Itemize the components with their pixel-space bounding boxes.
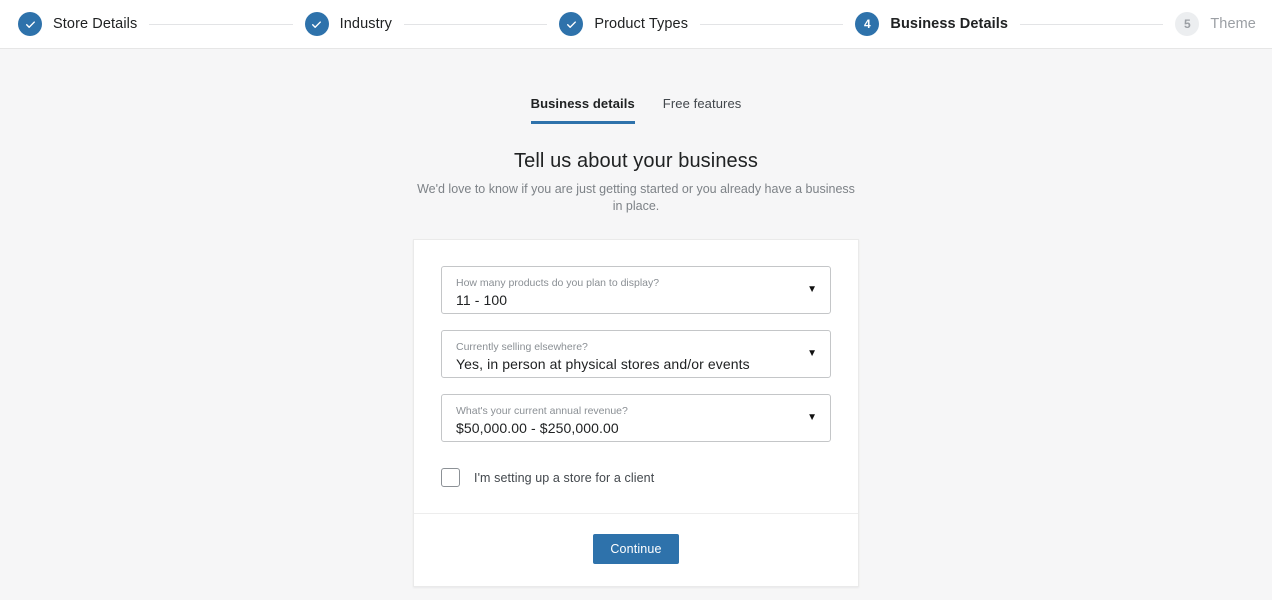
- client-checkbox[interactable]: [441, 468, 460, 487]
- select-field-value: Yes, in person at physical stores and/or…: [456, 356, 796, 372]
- check-icon: [18, 12, 42, 36]
- select-field-value: 11 - 100: [456, 292, 796, 308]
- check-icon: [559, 12, 583, 36]
- client-checkbox-row[interactable]: I'm setting up a store for a client: [414, 458, 858, 513]
- page-subtitle: We'd love to know if you are just gettin…: [415, 181, 857, 215]
- business-details-card: How many products do you plan to display…: [413, 239, 859, 587]
- tab-free-features[interactable]: Free features: [663, 96, 742, 124]
- tab-bar: Business details Free features: [0, 49, 1272, 124]
- stepper-connector: [149, 24, 292, 25]
- stepper-connector: [700, 24, 843, 25]
- chevron-down-icon[interactable]: ▼: [807, 413, 817, 423]
- stepper-step-label: Business Details: [890, 16, 1008, 32]
- intro-section: Tell us about your business We'd love to…: [0, 150, 1272, 215]
- stepper-step-product-types[interactable]: Product Types: [559, 12, 688, 36]
- stepper-connector: [1020, 24, 1163, 25]
- client-checkbox-label: I'm setting up a store for a client: [474, 471, 654, 485]
- form-fields: How many products do you plan to display…: [414, 240, 858, 442]
- stepper-step-store-details[interactable]: Store Details: [18, 12, 137, 36]
- page-title: Tell us about your business: [0, 150, 1272, 173]
- select-field-2[interactable]: Currently selling elsewhere? Yes, in pers…: [441, 330, 831, 378]
- select-field-label: Currently selling elsewhere?: [456, 342, 796, 354]
- step-number-badge: 5: [1175, 12, 1199, 36]
- page-body: Business details Free features Tell us ab…: [0, 49, 1272, 600]
- stepper-step-label: Product Types: [594, 16, 688, 32]
- stepper-step-theme[interactable]: 5 Theme: [1175, 12, 1256, 36]
- step-number-badge: 4: [855, 12, 879, 36]
- continue-button[interactable]: Continue: [593, 534, 678, 564]
- select-field-value: $50,000.00 - $250,000.00: [456, 420, 796, 436]
- stepper-step-label: Industry: [340, 16, 392, 32]
- step-number: 4: [864, 18, 871, 30]
- stepper-step-industry[interactable]: Industry: [305, 12, 392, 36]
- step-number: 5: [1184, 18, 1191, 30]
- select-field-1[interactable]: How many products do you plan to display…: [441, 266, 831, 314]
- stepper-step-label: Store Details: [53, 16, 137, 32]
- chevron-down-icon[interactable]: ▼: [807, 285, 817, 295]
- select-field-label: What's your current annual revenue?: [456, 406, 796, 418]
- check-icon: [305, 12, 329, 36]
- stepper-step-business-details[interactable]: 4 Business Details: [855, 12, 1008, 36]
- chevron-down-icon[interactable]: ▼: [807, 349, 817, 359]
- onboarding-stepper: Store Details Industry Product Types 4 Busin…: [0, 0, 1272, 49]
- tab-business-details[interactable]: Business details: [531, 96, 635, 124]
- select-field-label: How many products do you plan to display…: [456, 278, 796, 290]
- select-field-3[interactable]: What's your current annual revenue? $50,0…: [441, 394, 831, 442]
- stepper-step-label: Theme: [1210, 16, 1256, 32]
- stepper-connector: [404, 24, 547, 25]
- card-footer: Continue: [414, 513, 858, 586]
